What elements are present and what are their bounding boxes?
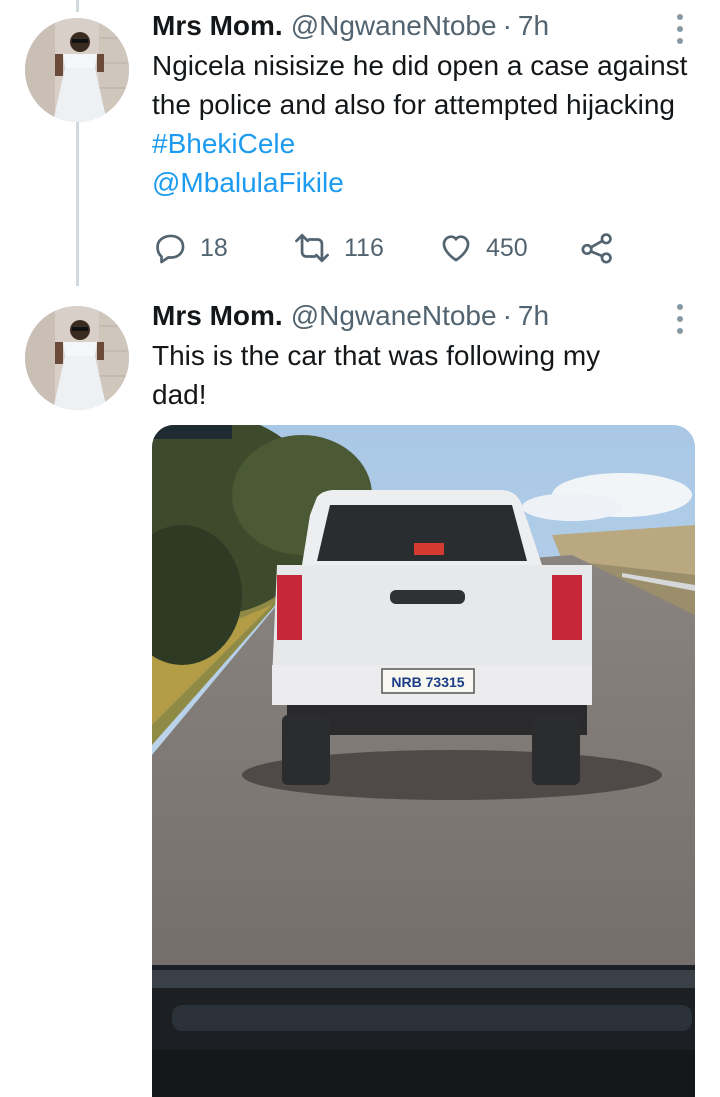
tweet-text-body: This is the car that was following my da… — [152, 340, 601, 410]
retweet-count: 116 — [344, 233, 384, 262]
timestamp[interactable]: 7h — [518, 10, 549, 42]
avatar[interactable] — [25, 306, 129, 410]
tweet-actions: 18 116 450 — [152, 226, 632, 270]
tweet-media-photo[interactable]: NRB 73315 — [152, 425, 695, 1097]
hashtag-link[interactable]: #BhekiCele — [152, 128, 295, 159]
like-button[interactable]: 450 — [438, 226, 528, 270]
more-options-icon[interactable] — [666, 14, 694, 44]
heart-icon — [442, 235, 470, 262]
reply-icon — [156, 234, 185, 264]
separator-dot: · — [502, 10, 512, 41]
share-button[interactable] — [580, 226, 626, 270]
share-icon — [581, 233, 612, 264]
author-name[interactable]: Mrs Mom. — [152, 300, 283, 332]
tweet-header: Mrs Mom. @NgwaneNtobe · 7h — [152, 10, 549, 50]
retweet-icon — [295, 233, 329, 263]
more-options-icon[interactable] — [666, 304, 694, 334]
retweet-button[interactable]: 116 — [292, 226, 384, 270]
tweet-text: This is the car that was following my da… — [152, 336, 652, 414]
tweet-text-body: Ngicela nisisize he did open a case agai… — [152, 50, 688, 120]
author-handle[interactable]: @NgwaneNtobe — [291, 300, 497, 332]
reply-count: 18 — [200, 233, 228, 262]
license-plate: NRB 73315 — [391, 674, 464, 690]
author-handle[interactable]: @NgwaneNtobe — [291, 10, 497, 42]
tweet-text: Ngicela nisisize he did open a case agai… — [152, 46, 702, 202]
author-name[interactable]: Mrs Mom. — [152, 10, 283, 42]
avatar[interactable] — [25, 18, 129, 122]
tweet-header: Mrs Mom. @NgwaneNtobe · 7h — [152, 300, 549, 340]
tweet[interactable]: Mrs Mom. @NgwaneNtobe · 7h Ngicela nisis… — [0, 8, 720, 288]
separator-dot: · — [502, 300, 512, 331]
mention-link[interactable]: @MbalulaFikile — [152, 167, 344, 198]
reply-button[interactable]: 18 — [154, 226, 228, 270]
timestamp[interactable]: 7h — [518, 300, 549, 332]
like-count: 450 — [486, 233, 528, 262]
